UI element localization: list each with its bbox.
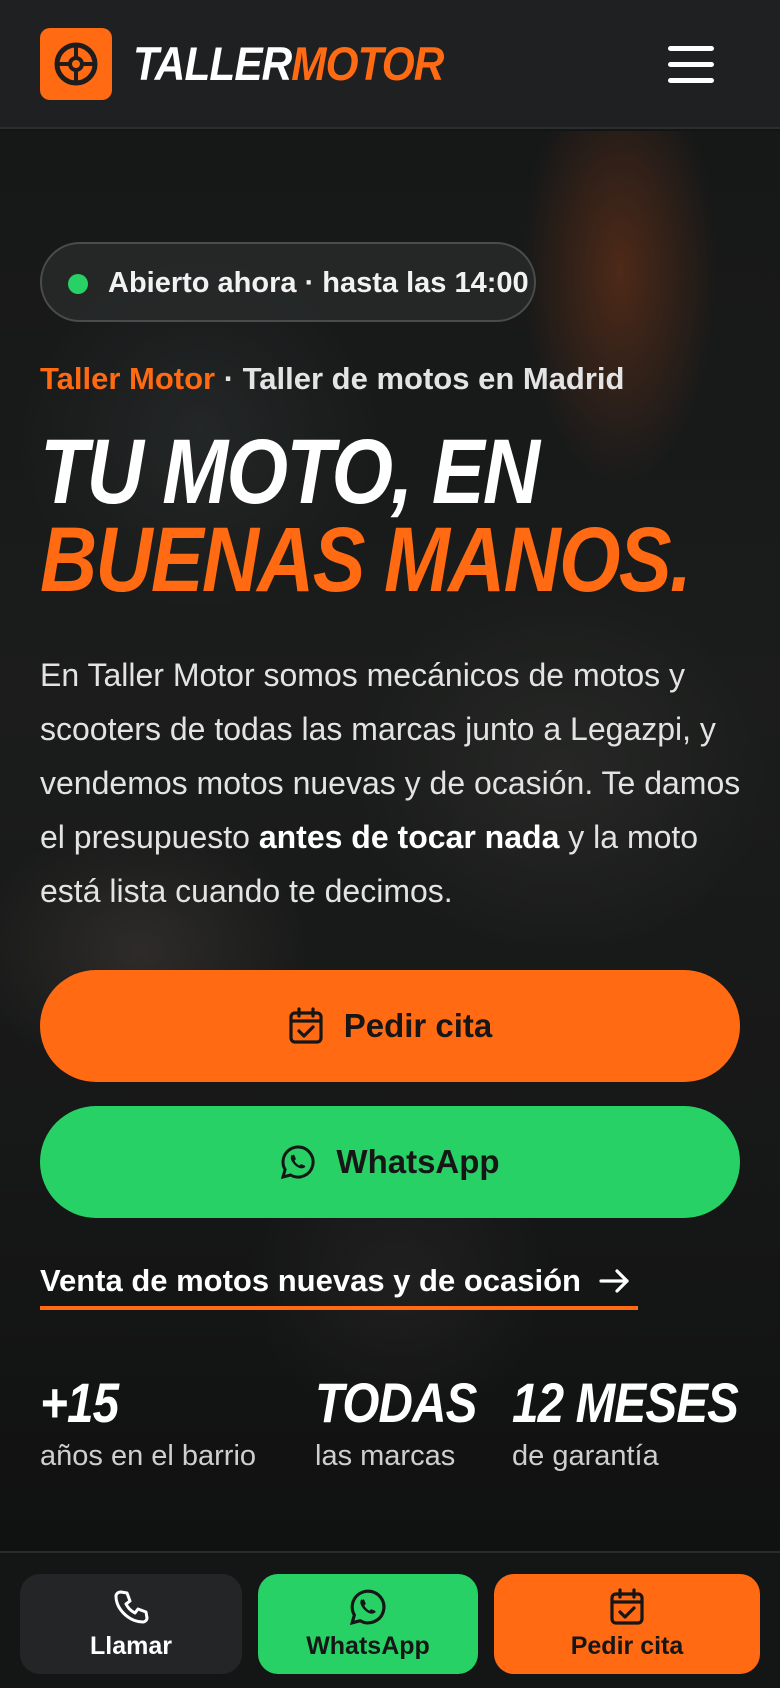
site-header: TALLERMOTOR <box>0 0 780 129</box>
logo-word-taller: TALLER <box>133 37 292 90</box>
bottom-whatsapp-label: WhatsApp <box>306 1631 430 1660</box>
stat-value: +15 <box>40 1371 119 1434</box>
opening-status-badge: Abierto ahora · hasta las 14:00 <box>40 242 536 322</box>
whatsapp-button[interactable]: WhatsApp <box>40 1106 740 1218</box>
bottom-pedir-cita-button[interactable]: Pedir cita <box>494 1574 760 1674</box>
pedir-cita-button[interactable]: Pedir cita <box>40 970 740 1082</box>
phone-icon <box>114 1590 149 1623</box>
eyebrow-subtitle: · Taller de motos en Madrid <box>215 361 625 396</box>
bottom-action-bar: Llamar WhatsApp Pedir cita <box>0 1551 780 1688</box>
stat-warranty: 12 MESES de garantía <box>512 1370 778 1476</box>
eyebrow-brand: Taller Motor <box>40 361 216 396</box>
venta-motos-label: Venta de motos nuevas y de ocasión <box>40 1263 581 1298</box>
headline-line-1: TU MOTO, EN <box>40 421 540 523</box>
stat-years: +15 años en el barrio <box>40 1370 256 1476</box>
headline-line-2: BUENAS MANOS. <box>40 509 692 611</box>
bottom-pedir-cita-label: Pedir cita <box>570 1631 684 1660</box>
hero-headline: TU MOTO, EN BUENAS MANOS. <box>40 421 692 611</box>
calendar-check-icon <box>610 1587 644 1625</box>
logo-word-motor: MOTOR <box>291 37 444 90</box>
whatsapp-icon <box>349 1589 386 1625</box>
whatsapp-label: WhatsApp <box>336 1143 500 1180</box>
intro-bold: antes de tocar nada <box>258 819 560 855</box>
status-dot-icon <box>68 274 88 294</box>
pedir-cita-label: Pedir cita <box>343 1007 493 1044</box>
hero-eyebrow: Taller Motor · Taller de motos en Madrid <box>40 358 624 400</box>
stat-caption: de garantía <box>512 1440 659 1472</box>
calendar-check-icon <box>289 1007 323 1044</box>
stat-value: 12 MESES <box>512 1371 739 1434</box>
bottom-whatsapp-button[interactable]: WhatsApp <box>258 1574 478 1674</box>
whatsapp-icon <box>281 1145 315 1180</box>
hamburger-menu-icon[interactable] <box>662 40 720 88</box>
venta-motos-link[interactable]: Venta de motos nuevas y de ocasión <box>40 1256 638 1310</box>
llamar-label: Llamar <box>90 1631 172 1660</box>
arrow-right-icon <box>599 1269 629 1293</box>
logo-mark[interactable] <box>40 28 112 100</box>
logo-text[interactable]: TALLERMOTOR <box>133 37 444 90</box>
stat-value: TODAS <box>315 1371 477 1434</box>
stat-brands: TODAS las marcas <box>315 1370 505 1476</box>
hero-intro: En Taller Motor somos mecánicos de motos… <box>40 648 750 918</box>
stat-caption: las marcas <box>315 1440 456 1472</box>
steering-wheel-icon <box>54 42 98 86</box>
opening-status-text: Abierto ahora · hasta las 14:00 <box>108 267 529 299</box>
stat-caption: años en el barrio <box>40 1440 257 1472</box>
llamar-button[interactable]: Llamar <box>20 1574 242 1674</box>
